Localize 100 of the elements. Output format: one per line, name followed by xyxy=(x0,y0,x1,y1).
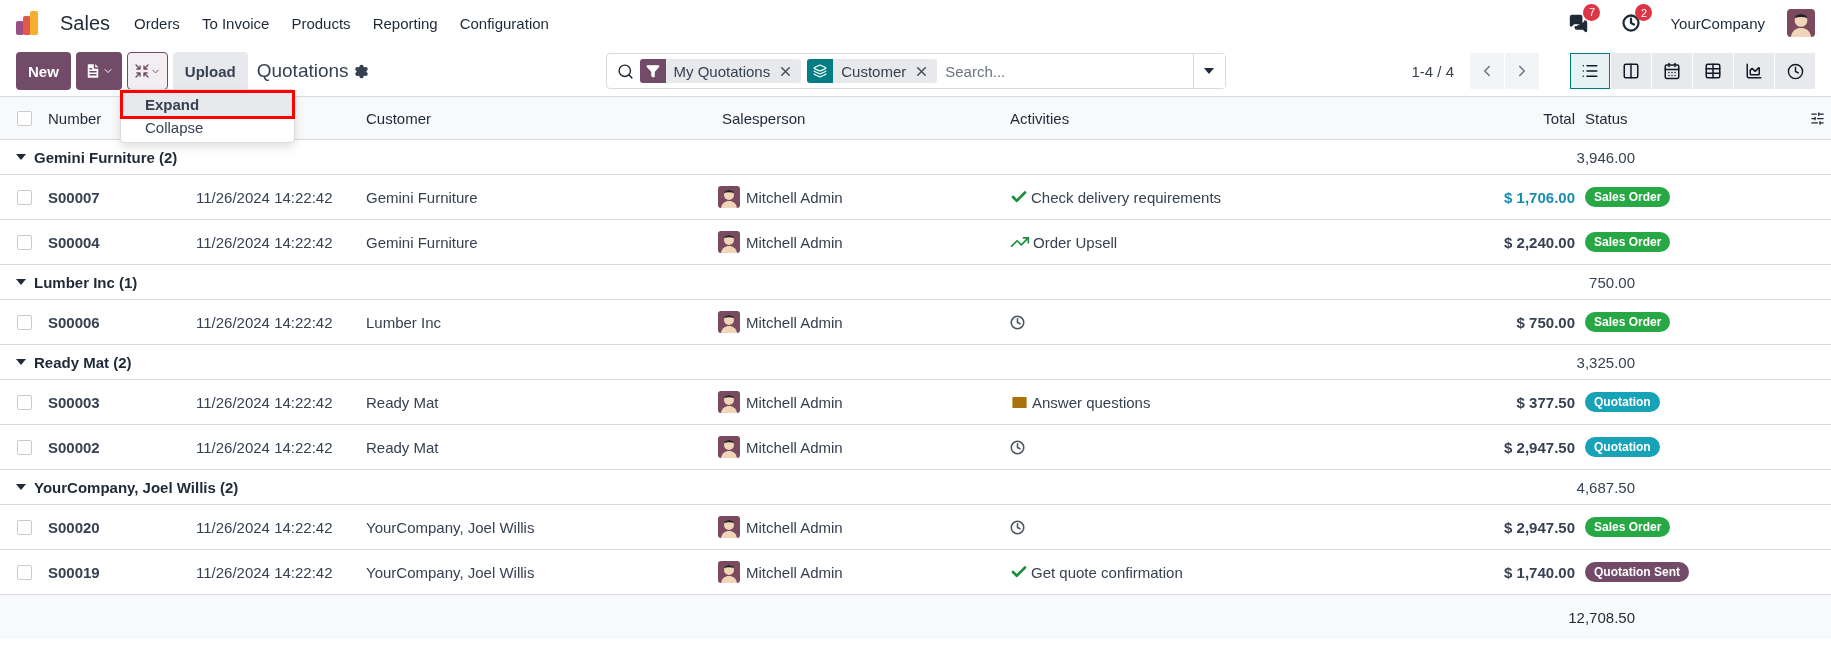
group-total: 750.00 xyxy=(1588,273,1635,291)
customer-name: Ready Mat xyxy=(366,393,439,411)
optional-columns-icon[interactable] xyxy=(1810,110,1825,126)
clock-icon[interactable] xyxy=(1010,519,1025,535)
clock-icon xyxy=(1786,62,1804,80)
checkbox[interactable] xyxy=(16,189,32,205)
notification-badge: 2 xyxy=(1635,4,1653,21)
menu-item[interactable]: Orders xyxy=(134,14,180,32)
dropdown-item[interactable]: Expand xyxy=(123,93,292,116)
clock-icon[interactable] xyxy=(1010,314,1025,330)
upload-button[interactable]: Upload xyxy=(172,52,248,90)
status-badge: Quotation xyxy=(1585,392,1660,412)
order-total: $ 1,740.00 xyxy=(1504,563,1575,581)
order-total: $ 750.00 xyxy=(1516,313,1575,331)
arrows-icon xyxy=(133,63,150,79)
salesperson-name: Mitchell Admin xyxy=(746,393,843,411)
checkbox[interactable] xyxy=(16,519,32,535)
view-switch-button[interactable] xyxy=(1570,53,1610,89)
menu-item[interactable]: Products xyxy=(291,14,351,32)
column-header[interactable]: Status xyxy=(1575,109,1775,127)
kanban-icon xyxy=(1622,62,1640,80)
search-facet[interactable]: Customer xyxy=(807,59,938,83)
export-button[interactable] xyxy=(75,52,122,90)
dropdown-item[interactable]: Collapse xyxy=(123,116,292,139)
checkbox[interactable] xyxy=(16,314,32,330)
messages-icon[interactable] xyxy=(1569,13,1589,33)
list-icon xyxy=(1581,62,1599,80)
group-header[interactable]: Ready Mat (2) xyxy=(0,352,1435,372)
avatar xyxy=(718,311,740,333)
group-header[interactable]: YourCompany, Joel Willis (2) xyxy=(0,477,1435,497)
salesperson-name: Mitchell Admin xyxy=(746,233,843,251)
search-icon[interactable] xyxy=(616,62,634,80)
company-name[interactable]: YourCompany xyxy=(1670,14,1765,32)
column-header[interactable]: Number xyxy=(48,109,102,127)
order-number: S00006 xyxy=(48,313,100,331)
column-header[interactable]: Customer xyxy=(366,109,432,127)
checkbox[interactable] xyxy=(16,394,32,410)
menu-item[interactable]: To Invoice xyxy=(201,14,270,32)
salesperson-name: Mitchell Admin xyxy=(746,188,843,206)
group-header[interactable]: Lumber Inc (1) xyxy=(0,272,1435,292)
avatar xyxy=(718,516,740,538)
view-switch-button[interactable] xyxy=(1775,53,1815,89)
new-button[interactable]: New xyxy=(16,52,71,90)
status-badge: Sales Order xyxy=(1585,517,1671,537)
menu-item[interactable]: Configuration xyxy=(459,14,549,32)
group-total: 3,946.00 xyxy=(1575,148,1635,166)
layers-icon xyxy=(813,64,828,78)
column-header[interactable]: Salesperson xyxy=(722,109,806,127)
checkbox[interactable] xyxy=(16,564,32,580)
order-number: S00003 xyxy=(48,393,100,411)
view-switch-button[interactable] xyxy=(1652,53,1692,89)
order-date: 11/26/2024 14:22:42 xyxy=(196,188,333,206)
order-number: S00019 xyxy=(48,563,100,581)
order-date: 11/26/2024 14:22:42 xyxy=(196,438,333,456)
status-badge: Sales Order xyxy=(1585,312,1671,332)
search-facet[interactable]: My Quotations xyxy=(639,59,802,83)
checkbox[interactable] xyxy=(16,439,32,455)
notification-badge: 7 xyxy=(1583,3,1601,21)
activity-summary: Order Upsell xyxy=(1033,233,1118,251)
avatar xyxy=(718,561,740,583)
salesperson-name: Mitchell Admin xyxy=(746,563,843,581)
salesperson-name: Mitchell Admin xyxy=(746,438,843,456)
order-date: 11/26/2024 14:22:42 xyxy=(196,563,333,581)
view-switch-button[interactable] xyxy=(1611,53,1651,89)
view-switch-button[interactable] xyxy=(1693,53,1733,89)
avatar xyxy=(1787,9,1815,37)
menu-item[interactable]: Reporting xyxy=(372,14,438,32)
order-total: $ 2,240.00 xyxy=(1504,233,1575,251)
group-header[interactable]: Gemini Furniture (2) xyxy=(0,147,1435,167)
activity-summary: Get quote confirmation xyxy=(1031,563,1183,581)
activity-icon[interactable] xyxy=(1622,14,1641,32)
grand-total: 12,708.50 xyxy=(1567,608,1635,626)
app-name[interactable]: Sales xyxy=(60,11,111,35)
order-date: 11/26/2024 14:22:42 xyxy=(196,518,333,536)
order-number: S00007 xyxy=(48,188,100,206)
order-number: S00002 xyxy=(48,438,100,456)
filter-icon xyxy=(645,64,660,78)
settings-icon[interactable] xyxy=(353,63,369,79)
order-total: $ 377.50 xyxy=(1516,393,1575,411)
activity-summary: Check delivery requirements xyxy=(1031,188,1222,206)
column-header[interactable]: Total xyxy=(1543,109,1575,127)
avatar xyxy=(718,186,740,208)
page-title: Quotations xyxy=(256,60,349,82)
status-badge: Sales Order xyxy=(1585,187,1671,207)
search-options-toggle[interactable] xyxy=(1192,54,1225,88)
clock-icon[interactable] xyxy=(1010,439,1025,455)
area-chart-icon xyxy=(1745,62,1763,80)
checkbox[interactable] xyxy=(16,234,32,250)
app-logo[interactable] xyxy=(16,11,38,35)
column-header[interactable]: Activities xyxy=(1010,109,1070,127)
customer-name: YourCompany, Joel Willis xyxy=(366,518,535,536)
checkbox[interactable] xyxy=(16,110,32,126)
status-badge: Quotation xyxy=(1585,437,1660,457)
view-switch-button[interactable] xyxy=(1734,53,1774,89)
salesperson-name: Mitchell Admin xyxy=(746,518,843,536)
expand-collapse-button[interactable] xyxy=(126,52,168,90)
pager-value[interactable]: 1-4 / 4 xyxy=(1411,62,1454,80)
avatar xyxy=(718,391,740,413)
calendar-icon xyxy=(1663,62,1681,80)
group-total: 3,325.00 xyxy=(1575,353,1635,371)
